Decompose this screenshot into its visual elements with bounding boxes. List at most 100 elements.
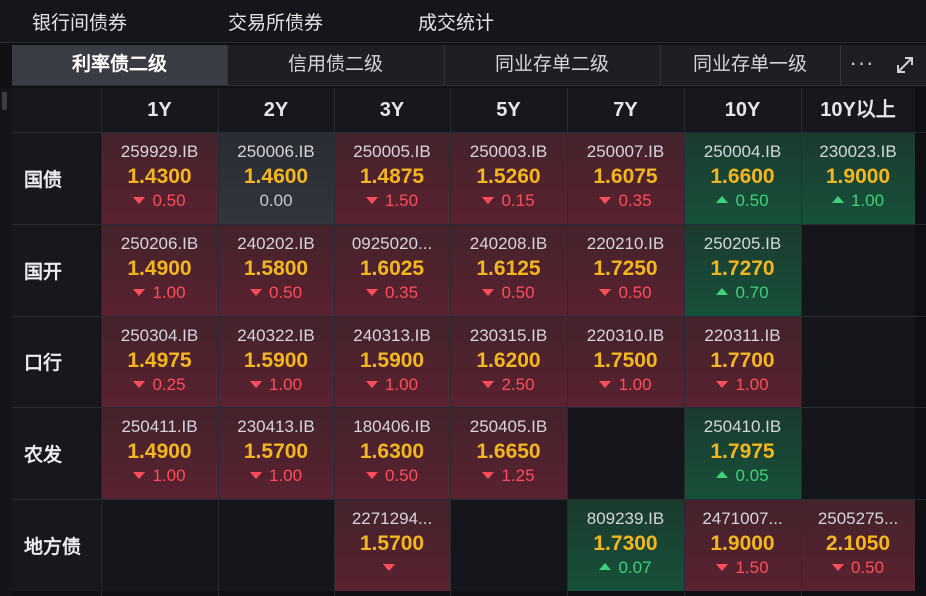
quote-cell[interactable]: 230315.IB 1.6200 2.50 (450, 316, 567, 407)
nav-interbank-bonds[interactable]: 银行间债券 (32, 8, 127, 35)
change-value: 0.50 (735, 191, 769, 210)
bond-code: 220310.IB (586, 326, 665, 345)
change-value: 0.00 (259, 191, 293, 210)
yield-rate: 1.6650 (476, 440, 541, 463)
bp-change: 1.00 (101, 466, 218, 486)
change-value: 1.00 (152, 283, 186, 302)
bond-code: 250411.IB (121, 417, 198, 436)
quote-cell[interactable]: 230023.IB 1.9000 1.00 (801, 132, 915, 224)
change-value: 0.25 (152, 375, 186, 394)
bond-code: 2505275... (817, 509, 899, 528)
change-value: 0.50 (384, 466, 419, 485)
quote-cell[interactable]: 250006.IB 1.4600 0.00 (218, 132, 334, 224)
bp-change: 1.00 (334, 375, 450, 395)
bp-change: 1.00 (801, 191, 915, 211)
expand-icon[interactable] (884, 45, 926, 85)
bond-code: 230413.IB (237, 417, 315, 436)
quote-cell[interactable]: 2271294... 1.5700 (334, 499, 450, 591)
column-header-7y[interactable]: 7Y (567, 88, 684, 132)
quote-cell[interactable]: 240322.IB 1.5900 1.00 (218, 316, 334, 407)
change-value: 1.00 (268, 466, 303, 485)
tab-ncd-primary[interactable]: 同业存单一级 (660, 45, 841, 85)
bp-change: 0.50 (684, 191, 801, 211)
bond-code: 250003.IB (469, 142, 548, 161)
yield-rate: 1.4975 (127, 349, 192, 372)
quote-cell[interactable]: 220210.IB 1.7250 0.50 (567, 224, 684, 316)
yield-rate: 1.7300 (593, 532, 658, 555)
quote-cell[interactable]: 240208.IB 1.6125 0.50 (450, 224, 567, 316)
down-arrow-icon (249, 381, 262, 389)
quote-cell[interactable]: 259929.IB 1.4300 0.50 (101, 132, 218, 224)
change-value: 0.35 (384, 283, 419, 302)
change-value: 1.00 (850, 191, 885, 210)
grid-line (12, 224, 926, 225)
quote-cell[interactable]: 250007.IB 1.6075 0.35 (567, 132, 684, 224)
tab-rate-bond-secondary[interactable]: 利率债二级 (12, 45, 228, 85)
quote-cell[interactable]: 809239.IB 1.7300 0.07 (567, 499, 684, 591)
quote-cell[interactable]: 250410.IB 1.7975 0.05 (684, 407, 801, 499)
bp-change: 0.25 (101, 375, 218, 395)
down-arrow-icon (716, 381, 729, 389)
bond-code: 230315.IB (469, 326, 548, 345)
quote-cell[interactable]: 250206.IB 1.4900 1.00 (101, 224, 218, 316)
yield-rate: 1.7250 (593, 257, 658, 280)
quote-cell[interactable]: 220311.IB 1.7700 1.00 (684, 316, 801, 407)
down-arrow-icon (482, 472, 495, 480)
nav-trade-statistics[interactable]: 成交统计 (418, 8, 494, 35)
quote-cell[interactable]: 250411.IB 1.4900 1.00 (101, 407, 218, 499)
bp-change: 0.35 (334, 283, 450, 303)
quote-cell[interactable]: 250005.IB 1.4875 1.50 (334, 132, 450, 224)
nav-exchange-bonds[interactable]: 交易所债券 (228, 8, 323, 35)
column-header-3y[interactable]: 3Y (334, 88, 450, 132)
grid-line (12, 499, 926, 500)
down-arrow-icon (133, 289, 146, 297)
scroll-handle[interactable] (2, 92, 7, 110)
column-header-10y以上[interactable]: 10Y以上 (801, 88, 915, 132)
bond-code: 250005.IB (353, 142, 431, 161)
column-header-5y[interactable]: 5Y (450, 88, 567, 132)
change-value: 0.50 (850, 558, 885, 577)
quote-cell[interactable]: 250304.IB 1.4975 0.25 (101, 316, 218, 407)
empty-cell (567, 407, 684, 499)
bp-change: 1.00 (218, 466, 334, 486)
change-value: 0.50 (152, 191, 186, 210)
yield-rate: 2.1050 (825, 532, 891, 555)
down-arrow-icon (365, 289, 378, 297)
quote-cell[interactable]: 2471007... 1.9000 1.50 (684, 499, 801, 591)
row-label: 农发 (12, 407, 100, 499)
down-arrow-icon (133, 197, 146, 205)
change-value: 0.50 (501, 283, 535, 302)
bond-code: 259929.IB (120, 142, 199, 161)
yield-rate: 1.6200 (476, 349, 541, 372)
down-arrow-icon (599, 381, 612, 389)
quote-cell[interactable]: 180406.IB 1.6300 0.50 (334, 407, 450, 499)
bp-change: 1.00 (218, 375, 334, 395)
row-label: 地方债 (12, 499, 100, 591)
column-header-10y[interactable]: 10Y (684, 88, 801, 132)
bp-change: 0.50 (218, 283, 334, 303)
quote-cell[interactable]: 250405.IB 1.6650 1.25 (450, 407, 567, 499)
quote-cell[interactable]: 230413.IB 1.5700 1.00 (218, 407, 334, 499)
quote-cell[interactable]: 240313.IB 1.5900 1.00 (334, 316, 450, 407)
tab-ncd-secondary[interactable]: 同业存单二级 (444, 45, 661, 85)
quote-cell[interactable]: 2505275... 2.1050 0.50 (801, 499, 915, 591)
up-arrow-icon (716, 196, 729, 204)
tab-credit-bond-secondary[interactable]: 信用债二级 (227, 45, 445, 85)
quote-cell[interactable]: 220310.IB 1.7500 1.00 (567, 316, 684, 407)
quote-cell[interactable]: 250004.IB 1.6600 0.50 (684, 132, 801, 224)
bond-code: 220210.IB (586, 234, 665, 253)
column-header-1y[interactable]: 1Y (101, 88, 218, 132)
more-icon[interactable]: ··· (840, 45, 884, 85)
empty-cell (801, 316, 915, 407)
down-arrow-icon (365, 197, 378, 205)
bond-code: 0925020... (351, 234, 433, 253)
row-label: 国债 (12, 132, 100, 224)
column-header-2y[interactable]: 2Y (218, 88, 334, 132)
quote-cell[interactable]: 240202.IB 1.5800 0.50 (218, 224, 334, 316)
yield-rate: 1.6025 (359, 257, 425, 280)
yield-rate: 1.9000 (710, 532, 775, 555)
quote-cell[interactable]: 0925020... 1.6025 0.35 (334, 224, 450, 316)
quote-cell[interactable]: 250205.IB 1.7270 0.70 (684, 224, 801, 316)
bond-code: 2271294... (351, 509, 433, 528)
quote-cell[interactable]: 250003.IB 1.5260 0.15 (450, 132, 567, 224)
